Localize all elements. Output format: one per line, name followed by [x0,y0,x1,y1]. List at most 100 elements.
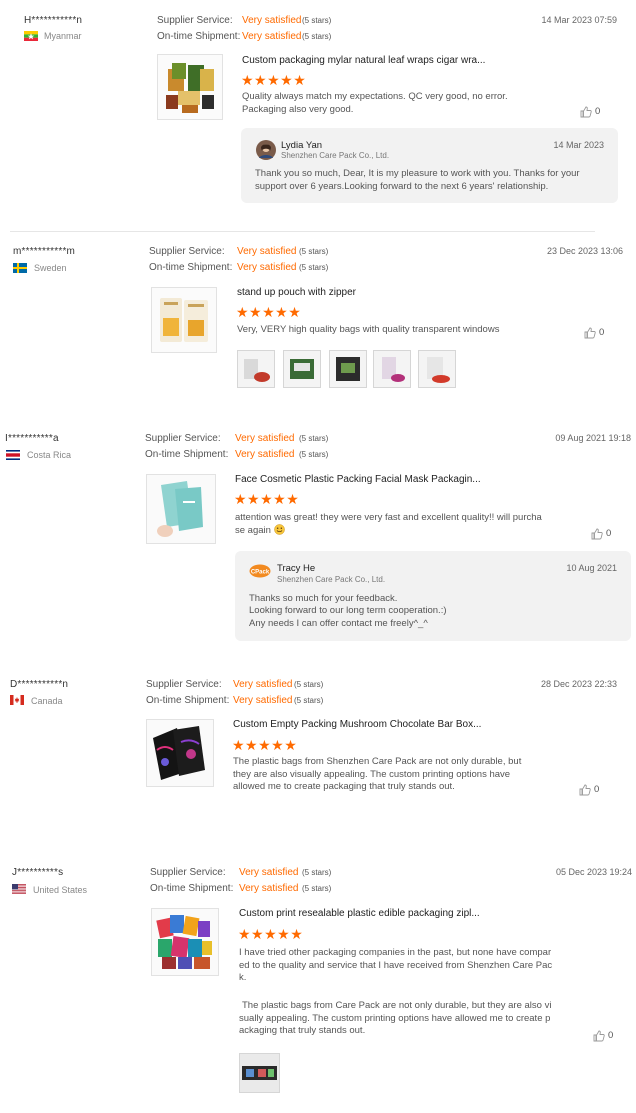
thumbs-up-icon [591,528,603,540]
star-rating: ★★★★★ [234,491,300,507]
on-time-shipment-stars: (5 stars) [299,263,329,272]
on-time-shipment-stars: (5 stars) [299,450,329,459]
flag-myanmar-icon [24,31,38,41]
on-time-shipment-rating: Very satisfied [239,883,299,894]
supplier-service-rating: Very satisfied [239,867,299,878]
smiley-icon [273,524,285,535]
flag-costa-rica-icon [6,450,20,460]
thumbs-up-icon [584,327,596,339]
on-time-shipment-stars: (5 stars) [294,696,324,705]
on-time-shipment-label: On-time Shipment: [149,262,233,273]
supplier-service-label: Supplier Service: [146,679,222,690]
reply-text: Thank you so much, Dear, It is my pleasu… [255,168,580,192]
like-count: 0 [608,1030,614,1042]
star-rating: ★★★★★ [238,926,304,942]
on-time-shipment-rating: Very satisfied [237,262,297,273]
review-photo[interactable] [329,350,367,388]
supplier-service-stars: (5 stars) [302,16,332,25]
review-photo[interactable] [418,350,456,388]
like-button[interactable]: 0 [580,103,600,121]
on-time-shipment-label: On-time Shipment: [157,31,241,42]
product-thumbnail[interactable] [157,54,223,120]
like-button[interactable]: 0 [593,1027,613,1045]
review-photo[interactable] [373,350,411,388]
flag-canada-icon [10,695,24,705]
review-text: The plastic bags from Shenzhen Care Pack… [233,756,522,792]
reviewer-name: m***********m [13,246,76,257]
reviewer-name: I***********a [5,433,59,444]
on-time-shipment-rating: Very satisfied [235,449,295,460]
on-time-shipment-stars: (5 stars) [302,32,332,41]
flag-sweden-icon [13,263,27,273]
product-title[interactable]: Custom print resealable plastic edible p… [239,908,480,919]
thumbs-up-icon [579,784,591,796]
reply-company: Shenzhen Care Pack Co., Ltd. [277,575,386,584]
supplier-reply: CPack Tracy He Shenzhen Care Pack Co., L… [235,551,631,641]
on-time-shipment-label: On-time Shipment: [146,695,230,706]
like-count: 0 [599,327,605,339]
supplier-service-stars: (5 stars) [294,680,324,689]
product-title[interactable]: Face Cosmetic Plastic Packing Facial Mas… [235,474,481,485]
supplier-service-rating: Very satisfied [242,15,302,26]
supplier-service-rating: Very satisfied [237,246,297,257]
product-title[interactable]: stand up pouch with zipper [237,287,356,298]
like-count: 0 [606,528,612,540]
reply-text-line-3: Any needs I can offer contact me freely^… [249,618,428,629]
star-rating: ★★★★★ [232,737,298,753]
supplier-service-stars: (5 stars) [302,868,332,877]
product-thumbnail[interactable] [151,287,217,353]
review-divider [10,231,595,232]
reply-company: Shenzhen Care Pack Co., Ltd. [281,151,390,160]
review-text: Very, VERY high quality bags with qualit… [237,324,500,335]
supplier-avatar-text: CPack [251,570,270,576]
reviewer-country: Sweden [34,263,67,273]
supplier-service-stars: (5 stars) [299,247,329,256]
review-photo[interactable] [283,350,321,388]
review-date: 05 Dec 2023 19:24 [555,867,632,877]
like-button[interactable]: 0 [579,781,599,799]
review-date: 28 Dec 2023 22:33 [540,679,617,689]
supplier-service-rating: Very satisfied [233,679,293,690]
star-rating: ★★★★★ [241,72,307,88]
reviewer-country: Canada [31,696,63,706]
supplier-service-label: Supplier Service: [145,433,221,444]
review-text: Quality always match my expectations. QC… [242,91,508,115]
like-count: 0 [595,106,601,118]
product-thumbnail[interactable] [151,908,219,976]
on-time-shipment-stars: (5 stars) [302,884,332,893]
reviewer-name: J**********s [12,867,64,878]
review-photo[interactable] [237,350,275,388]
like-count: 0 [594,784,600,796]
product-thumbnail[interactable] [146,719,214,787]
product-title[interactable]: Custom packaging mylar natural leaf wrap… [242,55,485,66]
star-rating: ★★★★★ [236,304,302,320]
supplier-avatar [256,140,276,160]
supplier-service-rating: Very satisfied [235,433,295,444]
on-time-shipment-rating: Very satisfied [233,695,293,706]
supplier-service-label: Supplier Service: [157,15,233,26]
product-thumbnail[interactable] [146,474,216,544]
supplier-service-stars: (5 stars) [299,434,329,443]
reviewer-country: United States [33,885,88,895]
review-photo[interactable] [239,1053,280,1093]
on-time-shipment-rating: Very satisfied [242,31,302,42]
supplier-service-label: Supplier Service: [150,867,226,878]
product-title[interactable]: Custom Empty Packing Mushroom Chocolate … [233,719,481,730]
supplier-avatar: CPack [249,564,271,578]
review-date: 23 Dec 2023 13:06 [546,246,623,256]
reply-author: Tracy He [277,563,316,574]
review-text-line-2: se again [235,524,285,538]
reviewer-name: D***********n [10,679,69,690]
like-button[interactable]: 0 [584,324,604,342]
on-time-shipment-label: On-time Shipment: [145,449,229,460]
reviewer-country: Myanmar [44,31,82,41]
review-text-line-1: attention was great! they were very fast… [235,512,542,523]
reply-date: 14 Mar 2023 [553,140,604,150]
reply-date: 10 Aug 2021 [566,563,617,573]
review-date: 14 Mar 2023 07:59 [541,15,617,25]
review-text-line-2-text: se again [235,525,271,536]
on-time-shipment-label: On-time Shipment: [150,883,234,894]
supplier-service-label: Supplier Service: [149,246,225,257]
supplier-reply: Lydia Yan Shenzhen Care Pack Co., Ltd. 1… [241,128,618,203]
like-button[interactable]: 0 [591,525,611,543]
